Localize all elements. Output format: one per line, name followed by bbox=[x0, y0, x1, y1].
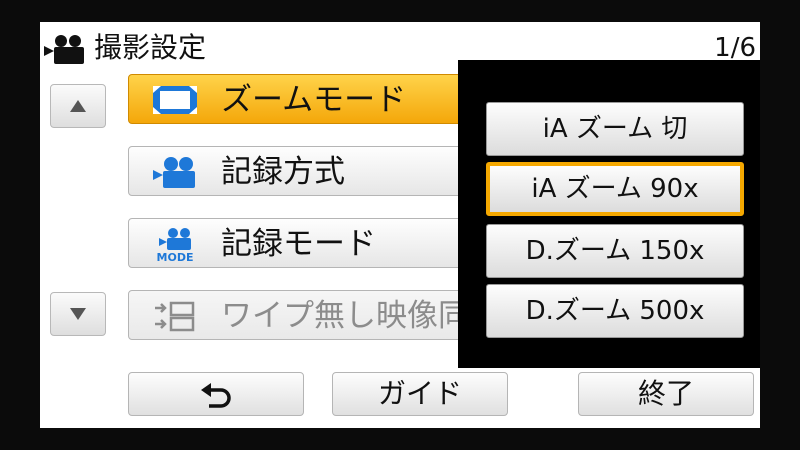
back-button[interactable] bbox=[128, 372, 304, 416]
zoom-option-ia-off[interactable]: iA ズーム 切 bbox=[486, 102, 744, 156]
exit-button[interactable]: 終了 bbox=[578, 372, 754, 416]
menu-item-label: 記録モード bbox=[221, 226, 376, 262]
movie-camera-mode-icon: MODE bbox=[157, 228, 194, 262]
menu-item-label: ズームモード bbox=[221, 82, 407, 118]
movie-camera-icon bbox=[153, 157, 195, 188]
screen: 撮影設定 1/6 ズームモード 記録方式 MODE 記録モード ワイプ無し映像同… bbox=[40, 22, 760, 428]
scroll-up-button[interactable] bbox=[50, 84, 106, 128]
zoom-option-ia-90x[interactable]: iA ズーム 90x bbox=[486, 162, 744, 216]
page-title: 撮影設定 bbox=[94, 31, 207, 64]
triangle-up-icon bbox=[70, 100, 86, 112]
movie-camera-icon bbox=[44, 35, 84, 64]
scroll-down-button[interactable] bbox=[50, 292, 106, 336]
return-arrow-icon bbox=[201, 383, 231, 408]
menu-item-label: 記録方式 bbox=[221, 154, 345, 190]
guide-button[interactable]: ガイド bbox=[332, 372, 508, 416]
zoom-frame-icon bbox=[153, 86, 197, 114]
zoom-option-d-150x[interactable]: D.ズーム 150x bbox=[486, 224, 744, 278]
triangle-down-icon bbox=[70, 308, 86, 320]
wipe-recording-icon bbox=[155, 301, 195, 332]
zoom-options-popup: iA ズーム 切 iA ズーム 90x D.ズーム 150x D.ズーム 500… bbox=[458, 60, 760, 368]
zoom-option-d-500x[interactable]: D.ズーム 500x bbox=[486, 284, 744, 338]
mode-icon-text: MODE bbox=[157, 251, 194, 262]
